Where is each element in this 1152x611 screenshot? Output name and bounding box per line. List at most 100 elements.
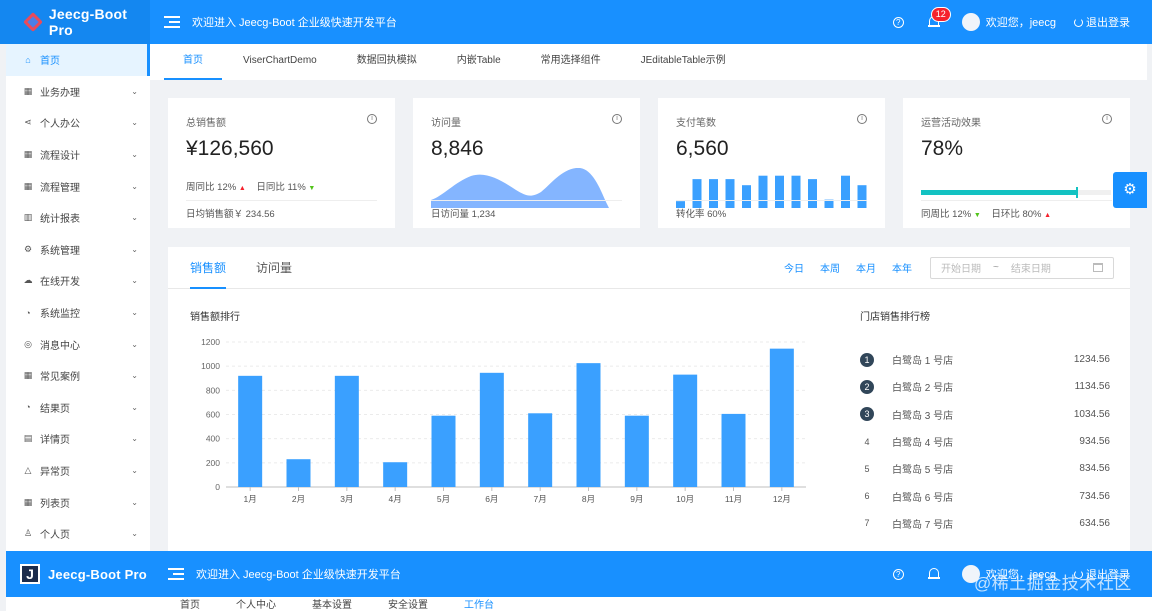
sidebar-item[interactable]: ▦ 流程管理 ⌄ [6,170,150,202]
sidebar-item[interactable]: ♙ 个人页 ⌄ [6,518,150,550]
link-this-month[interactable]: 本月 [856,260,876,275]
sidebar-item[interactable]: ▦ 业务办理 ⌄ [6,76,150,108]
info-icon[interactable]: i [612,114,622,124]
bell-icon[interactable] [927,567,940,581]
logout-link[interactable]: 退出登录 [1086,14,1130,30]
help-icon[interactable]: ? [892,568,904,580]
sidebar-item[interactable]: △ 异常页 ⌄ [6,455,150,487]
rank-number: 7 [864,518,870,529]
sidebar-item-label: 统计报表 [40,214,80,226]
y-tick-label: 400 [206,434,220,444]
sales-bar[interactable] [286,459,311,487]
start-date-input[interactable]: 开始日期 [941,260,981,275]
calendar-icon [1093,263,1103,272]
sidebar-item-icon: ◎ [24,338,32,349]
bell-icon[interactable]: 12 [927,7,951,29]
up-arrow-icon: ▲ [238,185,246,192]
sales-bar[interactable] [334,375,359,487]
sidebar-item-icon: ◔ [25,402,31,413]
sidebar-item-label: 业务办理 [40,87,80,99]
link-this-year[interactable]: 本年 [892,260,912,275]
sales-bar[interactable] [769,348,794,487]
logout-icon[interactable] [1074,17,1083,27]
info-icon[interactable]: i [857,114,867,124]
y-tick-label: 1200 [201,337,220,347]
tab-visits[interactable]: 访问量 [256,247,292,289]
sidebar-item[interactable]: ▦ 常见案例 ⌄ [6,360,150,392]
sidebar-item[interactable]: ◎ 消息中心 ⌄ [6,328,150,360]
page-tab[interactable]: 基本设置 [312,601,352,611]
sidebar-item[interactable]: ▦ 流程设计 ⌄ [6,139,150,171]
page-tab[interactable]: 常用选择组件 [522,44,620,80]
page-tab[interactable]: JEditableTable示例 [622,44,745,80]
y-tick-label: 600 [206,410,220,420]
ranking-row: 5 白鹭岛 5 号店 834.56 [860,455,1110,482]
sidebar-item[interactable]: ⋖ 个人办公 ⌄ [6,107,150,139]
sidebar-item-icon: ▦ [23,496,33,507]
sales-bar[interactable] [238,375,263,487]
sidebar-item[interactable]: ◔ 系统监控 ⌄ [6,297,150,329]
date-range-picker[interactable]: 开始日期 ~ 结束日期 [930,256,1114,279]
sales-bar[interactable] [383,462,408,487]
sidebar-item[interactable]: ◔ 结果页 ⌄ [6,392,150,424]
x-tick-label: 10月 [676,494,694,504]
store-sales: 734.56 [1079,490,1110,502]
notification-badge: 12 [930,7,951,22]
ranking-row: 1 白鹭岛 1 号店 1234.56 [860,346,1110,373]
page-tab[interactable]: 个人中心 [236,601,276,611]
page-tab[interactable]: 安全设置 [388,601,428,611]
page-tab[interactable]: ViserChartDemo [224,44,336,80]
store-sales: 1134.56 [1074,381,1110,393]
card-footer: 转化率 60% [676,200,867,228]
chevron-down-icon: ⌄ [131,434,138,444]
info-icon[interactable]: i [367,114,377,124]
logo[interactable]: J Jeecg-Boot Pro [6,551,150,597]
range-separator: ~ [993,262,999,273]
chevron-down-icon: ⌄ [131,150,138,160]
sidebar-menu: ⌂ 首页 ▦ 业务办理 ⌄ ⋖ 个人办公 ⌄ ▦ 流程设计 ⌄ ▦ 流程管理 ⌄ ▥ 统计报表 ⌄ ⚙ 系统管理 ⌄ ☁… [6,44,150,551]
sales-bar[interactable] [673,374,698,487]
logo[interactable]: Jeecg-Boot Pro [0,0,150,44]
sidebar-item-label: 个人办公 [40,119,80,131]
sidebar-item[interactable]: ⚙ 系统管理 ⌄ [6,234,150,266]
dod-label: 日环比 [991,209,1020,220]
ranking-title: 门店销售排行榜 [860,312,930,323]
menu-fold-icon[interactable] [168,568,184,580]
avatar[interactable] [961,13,980,31]
page-tab[interactable]: 首页 [164,44,222,80]
sidebar-item[interactable]: ⌂ 首页 [6,44,150,76]
sales-bar[interactable] [721,413,746,487]
link-this-week[interactable]: 本周 [820,260,840,275]
sidebar-item-icon: ▦ [23,85,33,96]
card-visits: 访问量 i 8,846 日访问量 1,234 [413,98,640,228]
sales-bar[interactable] [431,415,456,487]
chevron-down-icon: ⌄ [131,86,138,96]
page-tab[interactable]: 数据回执模拟 [338,44,436,80]
sidebar-item[interactable]: ▦ 列表页 ⌄ [6,486,150,518]
page-tab[interactable]: 首页 [180,601,200,611]
logo-mark-icon [22,11,43,33]
store-name: 白鹭岛 4 号店 [892,438,954,450]
settings-gear-icon[interactable]: ⚙ [1113,172,1147,208]
sales-bar[interactable] [576,363,601,487]
menu-fold-icon[interactable] [164,16,180,28]
page-tab[interactable]: 工作台 [464,601,494,611]
store-name: 白鹭岛 7 号店 [892,519,954,531]
help-icon[interactable]: ? [892,16,904,28]
sales-bar[interactable] [528,413,553,487]
sidebar-item[interactable]: ☁ 在线开发 ⌄ [6,265,150,297]
sales-bar[interactable] [624,415,649,487]
end-date-input[interactable]: 结束日期 [1011,260,1051,275]
user-greeting[interactable]: 欢迎您，jeecg [986,14,1056,30]
page-tab[interactable]: 内嵌Table [438,44,520,80]
sales-bar[interactable] [479,372,504,487]
sidebar-item-label: 系统管理 [40,245,80,257]
link-today[interactable]: 今日 [784,260,804,275]
sidebar-item[interactable]: ▥ 统计报表 ⌄ [6,202,150,234]
progress-bar [921,187,1111,198]
sidebar-item[interactable]: ▤ 详情页 ⌄ [6,423,150,455]
tab-sales[interactable]: 销售额 [190,247,227,289]
card-title: 运营活动效果 [921,118,981,129]
down-arrow-icon: ▼ [973,212,981,219]
info-icon[interactable]: i [1102,114,1112,124]
